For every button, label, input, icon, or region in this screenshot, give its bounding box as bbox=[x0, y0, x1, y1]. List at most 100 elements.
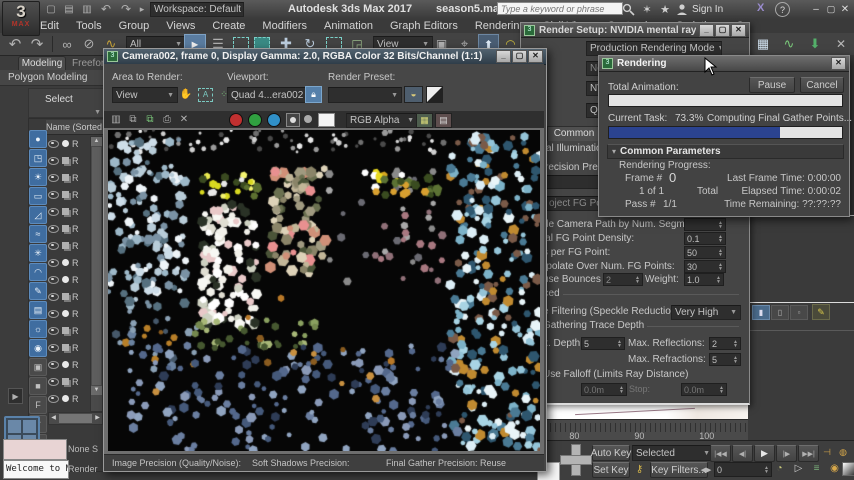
color-correction-icon[interactable]: ▦ bbox=[416, 113, 433, 128]
undo-icon[interactable]: ↶ bbox=[6, 35, 24, 53]
rendering-mode-dropdown[interactable]: Production Rendering Mode▼ bbox=[586, 41, 722, 56]
play-selected-icon[interactable]: ▷ bbox=[791, 461, 806, 476]
new-scene-icon[interactable]: ▢ bbox=[44, 3, 58, 16]
explorer-vscrollbar[interactable]: ▲ ▼ bbox=[90, 136, 103, 412]
sign-in-avatar-icon[interactable] bbox=[676, 3, 688, 16]
display-bones-icon[interactable]: ◠ bbox=[29, 263, 47, 281]
scene-explorer-row[interactable]: R bbox=[48, 391, 90, 406]
ribbon-tab-modeling[interactable]: Modeling bbox=[18, 56, 66, 71]
redo-icon[interactable]: ↷ bbox=[28, 35, 46, 53]
visibility-eye-icon[interactable] bbox=[48, 343, 59, 352]
save-image-icon[interactable]: ▥ bbox=[109, 113, 123, 126]
pause-button[interactable]: Pause bbox=[749, 77, 795, 93]
visibility-eye-icon[interactable] bbox=[48, 326, 59, 335]
clone-window-icon[interactable]: ⧉ bbox=[143, 113, 157, 126]
render-preset-dropdown[interactable]: ▼ bbox=[328, 87, 402, 103]
scroll-down-icon[interactable]: ▼ bbox=[91, 386, 102, 395]
green-channel-icon[interactable] bbox=[248, 113, 262, 127]
scene-explorer-row[interactable]: R bbox=[48, 136, 90, 151]
hscroll-thumb[interactable] bbox=[59, 414, 92, 423]
search-icon[interactable] bbox=[622, 3, 635, 16]
scene-explorer-row[interactable]: R bbox=[48, 340, 90, 355]
active-viewport-edge[interactable] bbox=[748, 215, 854, 303]
layer-manager-icon[interactable]: ⬇ bbox=[804, 34, 826, 53]
app-menu-button[interactable]: 3 MAX bbox=[2, 1, 40, 36]
rendering-dialog-titlebar[interactable]: 3 Rendering ✕ bbox=[599, 56, 849, 72]
viewport-lock-icon[interactable]: 🔒︎ bbox=[305, 86, 322, 103]
maximize-icon[interactable]: ▢ bbox=[715, 23, 730, 37]
scene-explorer-row[interactable]: R bbox=[48, 306, 90, 321]
visibility-eye-icon[interactable] bbox=[48, 207, 59, 216]
auto-region-icon[interactable]: A bbox=[198, 88, 213, 102]
display-f-icon[interactable]: F bbox=[29, 396, 47, 414]
go-to-start-icon[interactable]: |◀◀ bbox=[710, 445, 731, 462]
scroll-right-icon[interactable]: ▶ bbox=[93, 413, 102, 424]
visibility-eye-icon[interactable] bbox=[48, 139, 59, 148]
panel-tab-icon-2[interactable]: ▯ bbox=[771, 305, 789, 320]
scene-explorer-row[interactable]: R bbox=[48, 255, 90, 270]
menu-create[interactable]: Create bbox=[212, 20, 245, 32]
common-parameters-rollout[interactable]: ▾ Common Parameters bbox=[607, 144, 844, 159]
close-icon[interactable]: ✕ bbox=[528, 50, 543, 63]
print-image-icon[interactable]: ⎙︎ bbox=[160, 113, 174, 126]
scene-explorer-header[interactable]: Name (Sorted D bbox=[46, 120, 103, 135]
scene-explorer-row[interactable]: R bbox=[48, 238, 90, 253]
fg-param-field[interactable]: 0.1 ▲ ▼ bbox=[684, 232, 726, 245]
menu-views[interactable]: Views bbox=[166, 20, 195, 32]
minimize-icon[interactable]: _ bbox=[699, 23, 714, 37]
display-containers-icon[interactable]: ▤ bbox=[29, 301, 47, 319]
open-file-icon[interactable]: ▤ bbox=[62, 3, 76, 16]
visibility-eye-icon[interactable] bbox=[48, 241, 59, 250]
maxscript-listener-white[interactable]: Welcome to M bbox=[3, 460, 69, 479]
copy-image-icon[interactable]: ⧉ bbox=[126, 113, 140, 126]
close-icon[interactable]: ✕ bbox=[731, 23, 746, 37]
layers-icon[interactable]: ≡ bbox=[809, 461, 824, 476]
falloff-start-field[interactable]: 0.0m ▲ ▼ bbox=[581, 383, 627, 396]
fg-param-field[interactable]: ▲ ▼ bbox=[684, 218, 726, 231]
selection-set-dropdown[interactable]: Selected ▼ bbox=[632, 445, 714, 461]
fg-param-field[interactable]: 50 ▲ ▼ bbox=[684, 246, 726, 259]
mute-icon[interactable]: ◔ bbox=[772, 461, 787, 476]
panel-tab-icon-3[interactable]: ▫ bbox=[790, 305, 808, 320]
visibility-eye-icon[interactable] bbox=[48, 190, 59, 199]
menu-modifiers[interactable]: Modifiers bbox=[262, 20, 307, 32]
display-particles-icon[interactable]: ✳ bbox=[29, 244, 47, 262]
select-and-link-icon[interactable]: ∞ bbox=[58, 35, 76, 53]
render-setup-titlebar[interactable]: 3 Render Setup: NVIDIA mental ray _ ▢ ✕ bbox=[521, 23, 749, 38]
menu-graph-editors[interactable]: Graph Editors bbox=[390, 20, 458, 32]
current-frame-field[interactable]: 0 ▲ ▼ bbox=[714, 462, 772, 477]
close-window-icon[interactable]: ✕ bbox=[839, 3, 851, 15]
tab-common[interactable]: Common bbox=[547, 126, 601, 141]
edit-region-icon[interactable]: ✋ bbox=[178, 87, 194, 101]
timeline-ruler[interactable]: 80 90 100 bbox=[545, 419, 748, 441]
menu-edit[interactable]: Edit bbox=[40, 20, 59, 32]
go-to-end-icon[interactable]: ▶▶| bbox=[798, 445, 819, 462]
background-color-swatch[interactable] bbox=[318, 113, 335, 127]
channel-display-dropdown[interactable]: RGB Alpha ▼ bbox=[346, 113, 418, 128]
scene-explorer-row[interactable]: R bbox=[48, 357, 90, 372]
close-icon[interactable]: ✕ bbox=[831, 57, 846, 70]
render-preview-image[interactable] bbox=[108, 130, 540, 451]
visibility-eye-icon[interactable] bbox=[48, 258, 59, 267]
menu-group[interactable]: Group bbox=[119, 20, 150, 32]
favorites-star-icon[interactable]: ★ bbox=[658, 2, 672, 16]
redo-quick-icon[interactable]: ↷ bbox=[118, 2, 134, 16]
display-annotation-icon[interactable]: ✎ bbox=[29, 282, 47, 300]
minimize-icon[interactable]: _ bbox=[496, 50, 511, 63]
explorer-hscrollbar[interactable]: ◀ ▶ bbox=[48, 412, 103, 425]
falloff-stop-field[interactable]: 0.0m ▲ ▼ bbox=[681, 383, 727, 396]
visibility-eye-icon[interactable] bbox=[48, 377, 59, 386]
scene-explorer-row[interactable]: R bbox=[48, 221, 90, 236]
search-input[interactable] bbox=[497, 2, 623, 15]
display-geometry-icon[interactable]: ● bbox=[29, 130, 47, 148]
red-channel-icon[interactable] bbox=[229, 113, 243, 127]
scene-explorer-row[interactable]: R bbox=[48, 289, 90, 304]
visibility-eye-icon[interactable] bbox=[48, 394, 59, 403]
scene-explorer-toggle-icon[interactable]: ▦ bbox=[752, 34, 774, 53]
cancel-button[interactable]: Cancel bbox=[800, 77, 844, 93]
maximize-window-icon[interactable]: ▢ bbox=[825, 3, 837, 15]
scene-explorer-row[interactable]: R bbox=[48, 187, 90, 202]
panel-expand-arrow-icon[interactable]: ▶ bbox=[8, 388, 23, 404]
display-spacewarps-icon[interactable]: ≈ bbox=[29, 225, 47, 243]
use-falloff-label[interactable]: Use Falloff (Limits Ray Distance) bbox=[543, 369, 688, 380]
